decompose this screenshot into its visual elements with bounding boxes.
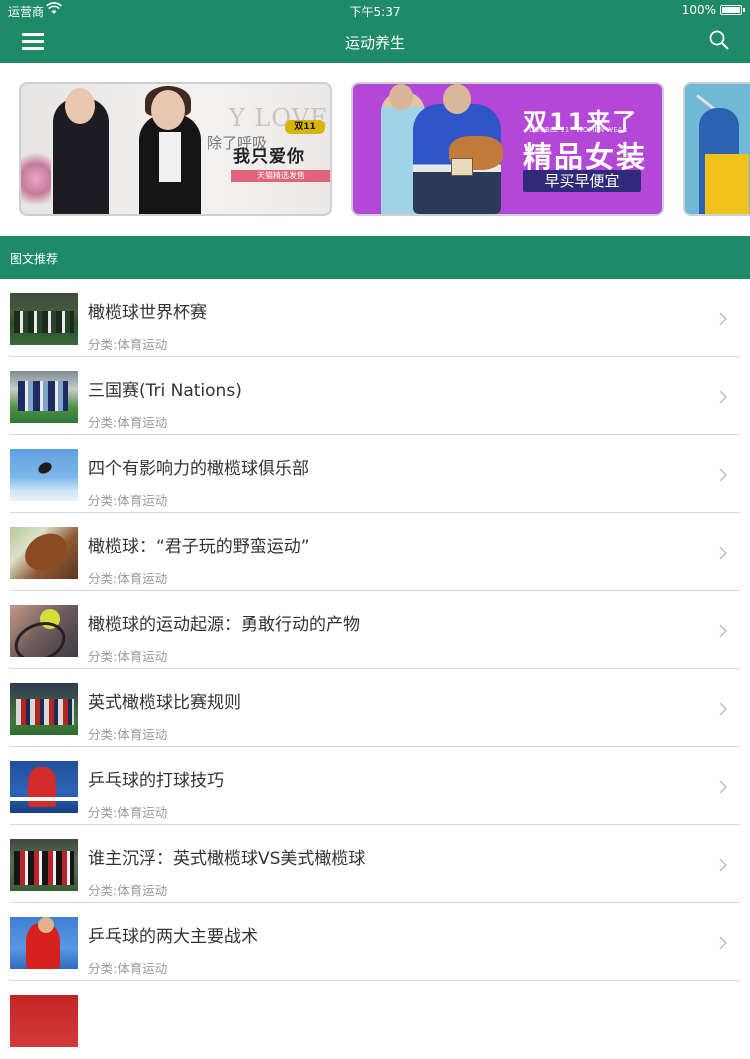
banner-love-badge: 双11: [285, 120, 325, 134]
banner-womenswear-small-text: DOUBLE 11 · WOMEN WEAR: [529, 126, 628, 134]
chevron-right-icon: [718, 311, 728, 327]
banner-love-main-text: 我只爱你: [233, 147, 305, 167]
chevron-right-icon: [718, 389, 728, 405]
search-icon[interactable]: [708, 29, 730, 51]
article-category: 分类:体育运动: [88, 961, 168, 976]
article-category: 分类:体育运动: [88, 337, 168, 352]
list-item[interactable]: 四个有影响力的橄榄球俱乐部 分类:体育运动: [0, 435, 750, 513]
article-category: 分类:体育运动: [88, 415, 168, 430]
article-thumbnail: [10, 293, 78, 345]
chevron-right-icon: [718, 779, 728, 795]
article-thumbnail: [10, 527, 78, 579]
battery-icon: [720, 5, 745, 15]
article-title: 橄榄球：“君子玩的野蛮运动”: [88, 537, 310, 557]
article-thumbnail: [10, 605, 78, 657]
scarf-image: [159, 132, 181, 182]
section-header: 图文推荐: [0, 236, 750, 279]
list-item[interactable]: 谁主沉浮：英式橄榄球VS美式橄榄球 分类:体育运动: [0, 825, 750, 903]
article-thumbnail: [10, 917, 78, 969]
list-item[interactable]: 橄榄球：“君子玩的野蛮运动” 分类:体育运动: [0, 513, 750, 591]
article-title: 英式橄榄球比赛规则: [88, 693, 241, 713]
banner-love[interactable]: Y LOVE 除了呼吸 双11 我只爱你 天猫精选发售: [19, 82, 332, 216]
article-title: 三国赛(Tri Nations): [88, 381, 242, 401]
banner-love-tag: 天猫精选发售: [231, 170, 330, 182]
handbag-image: [451, 158, 473, 176]
list-item[interactable]: 橄榄球的运动起源：勇敢行动的产物 分类:体育运动: [0, 591, 750, 669]
article-thumbnail: [10, 683, 78, 735]
article-category: 分类:体育运动: [88, 493, 168, 508]
status-time: 下午5:37: [349, 5, 401, 19]
page-title: 运动养生: [344, 34, 405, 52]
article-thumbnail: [10, 371, 78, 423]
article-title: 乒乓球的两大主要战术: [88, 927, 258, 947]
chevron-right-icon: [718, 701, 728, 717]
article-title: 乒乓球的打球技巧: [88, 771, 224, 791]
banner-carousel: Y LOVE 除了呼吸 双11 我只爱你 天猫精选发售 双11来了 DOUBLE…: [0, 63, 750, 236]
list-item-partial[interactable]: [0, 981, 750, 1059]
list-item[interactable]: 橄榄球世界杯赛 分类:体育运动: [0, 279, 750, 357]
article-title: 四个有影响力的橄榄球俱乐部: [88, 459, 309, 479]
article-title: 橄榄球的运动起源：勇敢行动的产物: [88, 615, 360, 635]
article-thumbnail: [10, 839, 78, 891]
flowers-decoration: [21, 144, 51, 214]
male-model-head: [65, 88, 95, 124]
chevron-right-icon: [718, 935, 728, 951]
chevron-right-icon: [718, 545, 728, 561]
model-head-image: [389, 84, 413, 110]
article-thumbnail: [10, 761, 78, 813]
article-title: 谁主沉浮：英式橄榄球VS美式橄榄球: [88, 849, 366, 869]
status-bar: 运营商 下午5:37 100%: [0, 0, 750, 20]
article-category: 分类:体育运动: [88, 727, 168, 742]
female-model-head: [151, 90, 185, 130]
article-category: 分类:体育运动: [88, 805, 168, 820]
article-thumbnail: [10, 995, 78, 1047]
list-item[interactable]: 英式橄榄球比赛规则 分类:体育运动: [0, 669, 750, 747]
article-category: 分类:体育运动: [88, 649, 168, 664]
skirt-image: [705, 154, 749, 214]
article-title: 橄榄球世界杯赛: [88, 303, 207, 323]
list-item[interactable]: 三国赛(Tri Nations) 分类:体育运动: [0, 357, 750, 435]
list-item[interactable]: 乒乓球的两大主要战术 分类:体育运动: [0, 903, 750, 981]
article-category: 分类:体育运动: [88, 883, 168, 898]
nav-bar: 运动养生: [0, 20, 750, 63]
section-title: 图文推荐: [10, 252, 59, 266]
banner-partial[interactable]: [683, 82, 750, 216]
list-item[interactable]: 乒乓球的打球技巧 分类:体育运动: [0, 747, 750, 825]
banner-womenswear[interactable]: 双11来了 DOUBLE 11 · WOMEN WEAR 精品女装 早买早便宜: [351, 82, 664, 216]
battery-percentage: 100%: [681, 3, 716, 17]
banner-womenswear-cta: 早买早便宜: [523, 170, 641, 192]
chevron-right-icon: [718, 857, 728, 873]
article-list: 橄榄球世界杯赛 分类:体育运动 三国赛(Tri Nations) 分类:体育运动…: [0, 279, 750, 1059]
chevron-right-icon: [718, 467, 728, 483]
article-thumbnail: [10, 449, 78, 501]
article-category: 分类:体育运动: [88, 571, 168, 586]
model-head-image: [443, 84, 471, 114]
chevron-right-icon: [718, 623, 728, 639]
